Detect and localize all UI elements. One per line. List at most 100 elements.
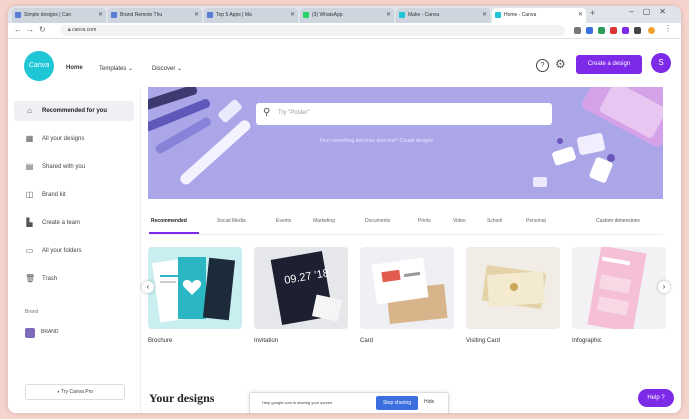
search-bar[interactable]: ⚲ Try "Poster" bbox=[256, 103, 552, 125]
help-button[interactable]: Help ? bbox=[638, 389, 674, 407]
address-bar-row: ← → ↻ 🔒︎ canva.com ⋮ bbox=[8, 23, 681, 39]
tab-video[interactable]: Video bbox=[453, 218, 466, 224]
sidebar-item-all-designs[interactable]: ▦ All your designs bbox=[14, 129, 134, 149]
reload-icon[interactable]: ↻ bbox=[39, 25, 46, 34]
sidebar-item-label: Create a team bbox=[42, 220, 81, 226]
template-card-visiting-card[interactable] bbox=[466, 247, 560, 329]
avatar[interactable]: S bbox=[651, 53, 671, 73]
extension-icon[interactable] bbox=[634, 27, 641, 34]
tab-prints[interactable]: Prints bbox=[418, 218, 431, 224]
tab-documents[interactable]: Documents bbox=[365, 218, 390, 224]
hide-button[interactable]: Hide bbox=[424, 399, 434, 405]
close-tab-icon[interactable]: ✕ bbox=[194, 8, 199, 23]
favicon-icon bbox=[495, 12, 501, 18]
browser-tab-active[interactable]: Home - Canva ✕ bbox=[492, 8, 586, 23]
brochure-thumbnail bbox=[151, 257, 236, 323]
browser-tab-strip: Simple designs | Can ✕ Brand Remote Thu ✕ … bbox=[8, 6, 681, 23]
browser-tab[interactable]: Make - Canva ✕ bbox=[396, 8, 490, 23]
template-card-invitation[interactable]: 09.27 '18 bbox=[254, 247, 348, 329]
favicon-icon bbox=[15, 12, 21, 18]
sidebar-item-label: Trash bbox=[42, 276, 58, 282]
url-field[interactable]: 🔒︎ canva.com bbox=[60, 25, 565, 36]
sidebar-item-label: Brand kit bbox=[42, 192, 66, 198]
tab-marketing[interactable]: Marketing bbox=[313, 218, 335, 224]
new-tab-icon[interactable]: + bbox=[590, 8, 595, 18]
tab-events[interactable]: Events bbox=[276, 218, 291, 224]
folder-icon: ▭ bbox=[25, 246, 34, 255]
tab-recommended[interactable]: Recommended bbox=[151, 218, 187, 224]
nav-home[interactable]: Home bbox=[66, 65, 83, 71]
sidebar-item-label: All your designs bbox=[42, 136, 85, 142]
sidebar: ⌂ Recommended for you ▦ All your designs ▤… bbox=[8, 89, 141, 413]
sidebar-item-trash[interactable]: 🗑︎ Trash bbox=[14, 269, 134, 289]
visiting-card-thumbnail bbox=[482, 265, 546, 309]
share-icon: ▤ bbox=[25, 162, 34, 171]
back-icon[interactable]: ← bbox=[14, 25, 22, 34]
tab-school[interactable]: School bbox=[487, 218, 502, 224]
extension-icon[interactable] bbox=[598, 27, 605, 34]
app-header: Canva Home Templates ⌄ Discover ⌄ ? ⚙ Cr… bbox=[8, 39, 681, 89]
template-card-infographic[interactable] bbox=[572, 247, 666, 329]
sidebar-item-brand-kit[interactable]: ◫ Brand kit bbox=[14, 185, 134, 205]
create-design-button[interactable]: Create a design bbox=[576, 55, 642, 74]
sidebar-item-label: All your folders bbox=[42, 248, 82, 254]
sidebar-item-label: Recommended for you bbox=[42, 108, 108, 114]
extension-icon[interactable] bbox=[622, 27, 629, 34]
screen-share-text: Help google.com is sharing your screen. bbox=[262, 400, 334, 405]
favicon-icon bbox=[399, 12, 405, 18]
browser-tab[interactable]: Top 5 Apps | Ma ✕ bbox=[204, 8, 298, 23]
home-icon: ⌂ bbox=[27, 106, 32, 115]
extension-icon[interactable] bbox=[586, 27, 593, 34]
invitation-thumbnail: 09.27 '18 bbox=[270, 250, 343, 326]
sidebar-item-recommended[interactable]: ⌂ Recommended for you bbox=[14, 101, 134, 121]
sidebar-item-create-team[interactable]: ▙ Create a team bbox=[14, 213, 134, 233]
close-tab-icon[interactable]: ✕ bbox=[578, 8, 583, 23]
star-icon[interactable] bbox=[574, 27, 581, 34]
browser-tab[interactable]: Simple designs | Can ✕ bbox=[12, 8, 106, 23]
profile-icon[interactable] bbox=[648, 27, 655, 34]
canva-logo[interactable]: Canva bbox=[24, 51, 54, 81]
tab-personal[interactable]: Personal bbox=[526, 218, 546, 224]
trash-icon: 🗑︎ bbox=[25, 274, 36, 283]
card-label: Visiting Card bbox=[466, 338, 500, 344]
try-pro-button[interactable]: ⭑ Try Canva Pro bbox=[25, 384, 125, 400]
sidebar-item-shared[interactable]: ▤ Shared with you bbox=[14, 157, 134, 177]
browser-tab[interactable]: Brand Remote Thu ✕ bbox=[108, 8, 202, 23]
nav-discover[interactable]: Discover ⌄ bbox=[152, 65, 182, 72]
card-label: Invitation bbox=[254, 338, 279, 344]
active-tab-indicator bbox=[149, 232, 199, 234]
browser-tab[interactable]: (3) WhatsApp ✕ bbox=[300, 8, 394, 23]
nav-templates[interactable]: Templates ⌄ bbox=[99, 65, 133, 72]
carousel-prev-icon[interactable]: ‹ bbox=[142, 281, 154, 293]
brand-icon: ◫ bbox=[25, 190, 34, 199]
sidebar-item-folders[interactable]: ▭ All your folders bbox=[14, 241, 134, 261]
close-tab-icon[interactable]: ✕ bbox=[386, 8, 391, 23]
browser-tab-label: (3) WhatsApp bbox=[312, 12, 343, 18]
hero-banner: ⚲ Try "Poster" Find something delicious … bbox=[148, 87, 663, 199]
forward-icon[interactable]: → bbox=[26, 25, 34, 34]
search-icon: ⚲ bbox=[263, 107, 271, 118]
sidebar-item-label: Shared with you bbox=[42, 164, 86, 170]
template-card-card[interactable] bbox=[360, 247, 454, 329]
browser-tab-label: Make - Canva bbox=[408, 12, 440, 18]
sidebar-section-heading: Brand bbox=[25, 309, 39, 315]
gear-icon[interactable]: ⚙ bbox=[555, 57, 566, 71]
card-thumbnail bbox=[371, 257, 448, 324]
custom-dimensions-link[interactable]: Custom dimensions bbox=[596, 218, 640, 224]
carousel-next-icon[interactable]: › bbox=[658, 281, 670, 293]
stop-sharing-button[interactable]: Stop sharing bbox=[376, 396, 418, 410]
url-text: canva.com bbox=[72, 27, 97, 33]
screen-share-banner: Help google.com is sharing your screen. … bbox=[249, 392, 449, 413]
window-controls[interactable]: –▢✕ bbox=[629, 7, 675, 16]
template-card-brochure[interactable] bbox=[148, 247, 242, 329]
close-tab-icon[interactable]: ✕ bbox=[98, 8, 103, 23]
close-tab-icon[interactable]: ✕ bbox=[482, 8, 487, 23]
tab-social-media[interactable]: Social Media bbox=[217, 218, 246, 224]
help-icon[interactable]: ? bbox=[536, 59, 549, 72]
hero-subtitle: Find something delicious and new? Create… bbox=[320, 138, 434, 144]
search-placeholder: Try "Poster" bbox=[278, 110, 310, 116]
extension-icon[interactable] bbox=[610, 27, 617, 34]
menu-icon[interactable]: ⋮ bbox=[664, 24, 672, 33]
sidebar-item-brand[interactable]: BRAND bbox=[41, 329, 59, 335]
close-tab-icon[interactable]: ✕ bbox=[290, 8, 295, 23]
